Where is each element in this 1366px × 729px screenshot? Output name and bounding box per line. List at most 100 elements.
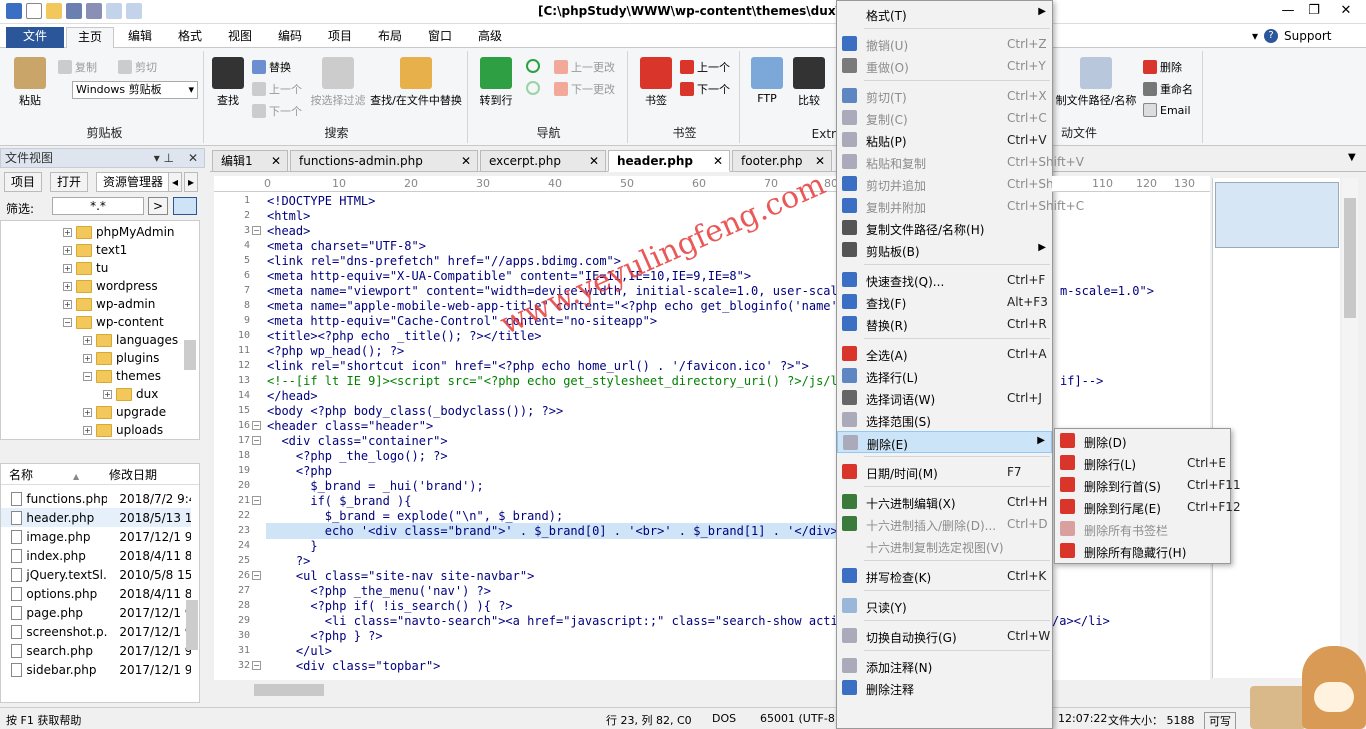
tab-scroll-right-icon[interactable]: ▸ — [184, 172, 199, 192]
file-row[interactable]: jQuery.textSl... 2010/5/8 15:53 — [1, 565, 191, 584]
tab-home[interactable]: 主页 — [66, 27, 114, 48]
doc-tab[interactable]: header.php ✕ — [608, 150, 730, 172]
next-change-button[interactable]: 下一更改 — [554, 81, 615, 97]
menu-item[interactable]: 查找(F) Alt+F3 — [837, 291, 1052, 313]
goto-line-button[interactable]: 转到行 — [476, 57, 516, 108]
doc-tab[interactable]: functions-admin.php ✕ — [290, 150, 478, 172]
file-row[interactable]: sidebar.php 2017/12/1 9:20 — [1, 660, 191, 679]
file-row[interactable]: options.php 2018/4/11 8:50 — [1, 584, 191, 603]
undo-icon[interactable] — [106, 3, 122, 19]
collapse-icon[interactable]: − — [63, 317, 72, 327]
tab-layout[interactable]: 布局 — [368, 27, 412, 48]
forward-icon[interactable] — [526, 81, 540, 95]
tree-node[interactable]: − wp-content — [63, 313, 164, 331]
tree-node[interactable]: + text1 — [63, 241, 127, 259]
tab-project-panel[interactable]: 项目 — [4, 172, 43, 192]
paste-button[interactable]: 粘贴 — [10, 57, 50, 108]
menu-item[interactable]: 十六进制插入/删除(D)... Ctrl+D — [837, 513, 1052, 535]
bookmark-next-button[interactable]: 下一个 — [680, 81, 730, 97]
menu-item[interactable]: 复制(C) Ctrl+C — [837, 107, 1052, 129]
find-in-files-button[interactable]: 查找/在文件中替换 — [368, 57, 464, 108]
tree-node[interactable]: + languages — [83, 331, 178, 349]
fold-toggle-icon[interactable]: − — [252, 226, 261, 235]
expand-icon[interactable]: + — [83, 425, 92, 435]
menu-item[interactable]: 替换(R) Ctrl+R — [837, 313, 1052, 335]
expand-icon[interactable]: + — [63, 299, 72, 309]
menu-item[interactable]: 十六进制复制选定视图(V) — [837, 535, 1052, 557]
tab-open-panel[interactable]: 打开 — [50, 172, 89, 192]
menu-item[interactable]: 删除行(L) Ctrl+E — [1055, 452, 1230, 474]
tab-advanced[interactable]: 高级 — [468, 27, 512, 48]
code-editor[interactable]: 1 <!DOCTYPE HTML> 2 <html> 3− <head> 4 <meta ch… — [214, 192, 836, 680]
prev-change-button[interactable]: 上一更改 — [554, 59, 615, 75]
menu-item[interactable]: 剪切并追加 Ctrl+Shift+X — [837, 173, 1084, 195]
clipboard-select[interactable]: Windows 剪贴板 ▾ — [72, 81, 198, 99]
delete-file-button[interactable]: 删除 — [1143, 59, 1182, 75]
menu-item[interactable]: 选择词语(W) Ctrl+J — [837, 387, 1052, 409]
save-all-icon[interactable] — [86, 3, 102, 19]
horizontal-scroll-thumb[interactable] — [254, 684, 324, 696]
close-tab-icon[interactable]: ✕ — [589, 151, 599, 171]
fold-toggle-icon[interactable]: − — [252, 496, 261, 505]
open-folder-icon[interactable] — [46, 3, 62, 19]
menu-item[interactable]: 重做(O) Ctrl+Y — [837, 55, 1052, 77]
file-row[interactable]: header.php 2018/5/13 12:0 — [1, 508, 191, 527]
menu-item[interactable]: 删除注释 — [837, 677, 1052, 699]
menu-item[interactable]: 选择范围(S) — [837, 409, 1052, 431]
new-file-icon[interactable] — [26, 3, 42, 19]
col-date-header[interactable]: 修改日期 — [109, 466, 157, 483]
collapse-icon[interactable]: − — [83, 371, 92, 381]
tab-edit[interactable]: 编辑 — [118, 27, 162, 48]
back-icon[interactable] — [526, 59, 540, 73]
expand-icon[interactable]: + — [63, 263, 72, 273]
find-button[interactable]: 查找 — [210, 57, 246, 108]
file-row[interactable]: page.php 2017/12/1 9:20 — [1, 603, 191, 622]
expand-icon[interactable]: + — [63, 245, 72, 255]
close-button[interactable]: ✕ — [1338, 3, 1354, 19]
redo-icon[interactable] — [126, 3, 142, 19]
tab-project[interactable]: 项目 — [318, 27, 362, 48]
menu-item[interactable]: 剪贴板(B) ▶ — [837, 239, 1052, 261]
expand-icon[interactable]: + — [83, 353, 92, 363]
menu-item[interactable]: 复制并附加 Ctrl+Shift+C — [837, 195, 1084, 217]
expand-icon[interactable]: + — [83, 335, 92, 345]
status-encoding[interactable]: 65001 (UTF-8) — [760, 712, 839, 725]
tab-list-dropdown-icon[interactable]: ▼ — [1348, 152, 1356, 163]
fold-toggle-icon[interactable]: − — [252, 421, 261, 430]
menu-item[interactable]: 十六进制编辑(X) Ctrl+H — [837, 491, 1052, 513]
menu-item[interactable]: 删除所有隐藏行(H) — [1055, 540, 1230, 562]
minimap[interactable] — [1212, 178, 1340, 678]
file-row[interactable]: functions.php 2018/7/2 9:45 — [1, 489, 191, 508]
menu-item[interactable]: 粘贴(P) Ctrl+V — [837, 129, 1052, 151]
caret-icon[interactable]: ▾ — [1252, 29, 1258, 43]
panel-close-icon[interactable]: ✕ — [188, 149, 198, 167]
tree-node[interactable]: + wordpress — [63, 277, 158, 295]
file-row[interactable]: screenshot.p... 2017/12/1 9:20 — [1, 622, 191, 641]
tree-node[interactable]: + tu — [63, 259, 108, 277]
panel-pin-icon[interactable]: ▾ ⊥ — [154, 149, 174, 167]
expand-icon[interactable]: + — [63, 227, 72, 237]
tab-format[interactable]: 格式 — [168, 27, 212, 48]
help-icon[interactable]: ? — [1264, 29, 1279, 43]
close-tab-icon[interactable]: ✕ — [271, 151, 281, 171]
status-eol[interactable]: DOS — [712, 712, 736, 725]
close-tab-icon[interactable]: ✕ — [461, 151, 471, 171]
menu-item[interactable]: 剪切(T) Ctrl+X — [837, 85, 1052, 107]
compare-button[interactable]: 比较 — [790, 57, 828, 108]
tree-node[interactable]: + wp-admin — [63, 295, 155, 313]
menu-item[interactable]: 切换自动换行(G) Ctrl+W — [837, 625, 1052, 647]
save-icon[interactable] — [66, 3, 82, 19]
tree-node[interactable]: + plugins — [83, 349, 159, 367]
status-mode[interactable]: 可写 — [1204, 712, 1236, 729]
file-row[interactable]: index.php 2018/4/11 8:50 — [1, 546, 191, 565]
email-button[interactable]: Email — [1143, 103, 1191, 117]
doc-tab[interactable]: 编辑1 ✕ — [212, 150, 288, 172]
cut-button[interactable]: 剪切 — [118, 59, 157, 75]
replace-button[interactable]: 替换 — [252, 59, 291, 75]
expand-icon[interactable]: + — [83, 407, 92, 417]
maximize-button[interactable]: ❐ — [1306, 3, 1322, 19]
col-name-header[interactable]: 名称 ▲ — [9, 466, 79, 483]
copy-path-button[interactable]: 制文件路径/名称 — [1053, 57, 1139, 108]
tree-node[interactable]: + dux — [103, 385, 158, 403]
menu-item[interactable]: 复制文件路径/名称(H) — [837, 217, 1052, 239]
